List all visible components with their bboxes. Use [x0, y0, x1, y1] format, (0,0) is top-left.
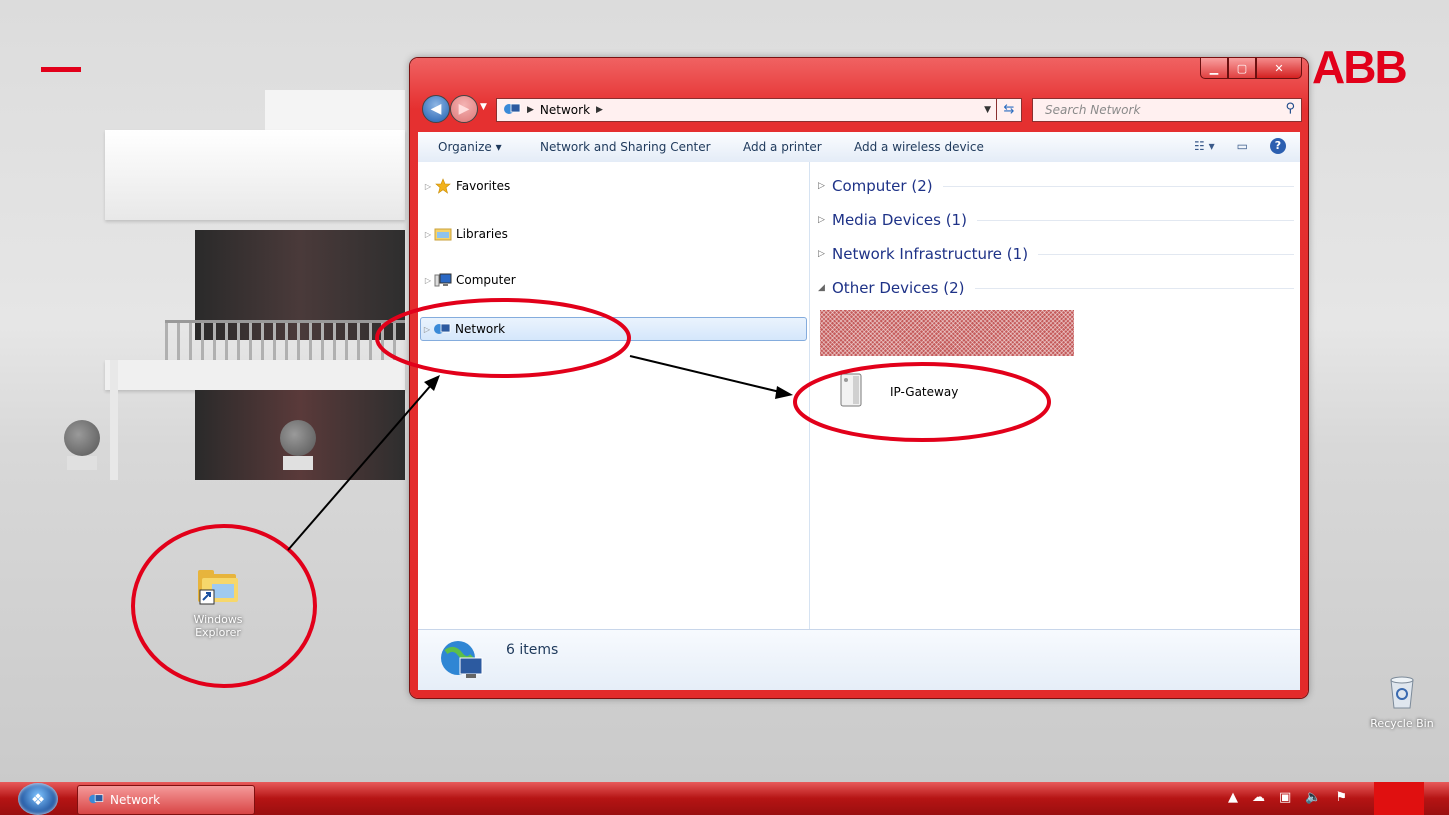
highlight-ellipse-gateway — [793, 362, 1051, 442]
taskbar-button-label: Network — [110, 793, 161, 807]
cloud-icon[interactable]: ☁ — [1252, 790, 1265, 805]
taskbar: ❖ Network ▲ ☁ ▣ 🔈 ⚑ — [0, 782, 1449, 815]
start-button[interactable]: ❖ — [18, 783, 58, 815]
show-desktop-button[interactable] — [1374, 782, 1424, 815]
taskbar-button-network[interactable]: Network — [77, 785, 255, 815]
highlight-ellipse-network — [375, 298, 631, 378]
arrowhead-icon — [424, 375, 440, 391]
windows-orb-icon: ❖ — [30, 789, 46, 809]
highlight-ellipse-explorer — [131, 524, 317, 688]
show-hidden-icons[interactable]: ▲ — [1228, 790, 1238, 805]
arrow-network-to-gateway — [629, 355, 781, 393]
network-status-icon[interactable]: ▣ — [1279, 790, 1291, 805]
system-tray: ▲ ☁ ▣ 🔈 ⚑ — [1228, 790, 1347, 805]
arrowhead-icon — [775, 386, 793, 399]
desktop: ABB Windows Explorer Recycle Bin ▁ ▢ ✕ ◀… — [0, 0, 1449, 815]
action-center-icon[interactable]: ⚑ — [1335, 790, 1347, 805]
network-icon — [88, 793, 104, 808]
arrow-explorer-to-network — [287, 383, 433, 551]
annotation-overlay — [131, 298, 1051, 688]
volume-icon[interactable]: 🔈 — [1305, 790, 1321, 805]
